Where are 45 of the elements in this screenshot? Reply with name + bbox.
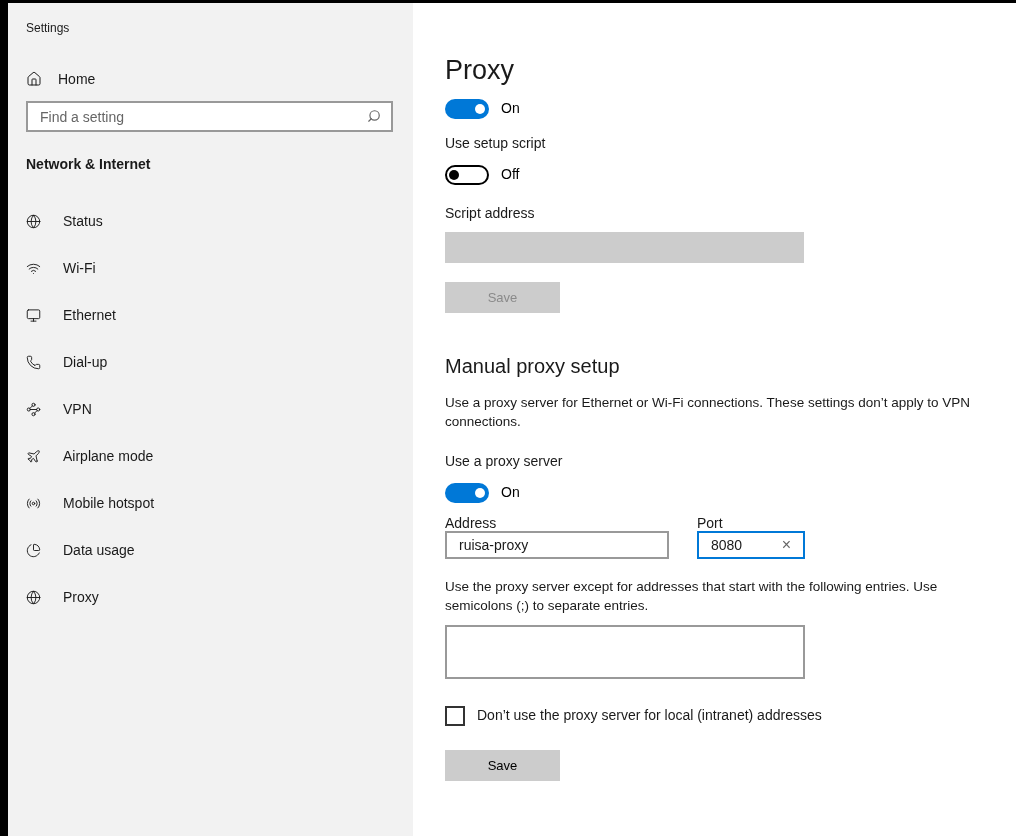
- nav-item[interactable]: Dial-up: [26, 350, 395, 374]
- toggle-state-label: On: [501, 99, 520, 118]
- nav-item[interactable]: Proxy: [26, 585, 395, 609]
- nav-item[interactable]: Wi-Fi: [26, 256, 395, 280]
- field-label: Address: [445, 515, 498, 531]
- nav-item[interactable]: Mobile hotspot: [26, 491, 395, 515]
- port-field[interactable]: 8080 ×: [697, 531, 805, 559]
- setting-label: Use setup script: [445, 134, 547, 153]
- save-button[interactable]: Save: [445, 750, 560, 781]
- nav-item[interactable]: Data usage: [26, 538, 395, 562]
- pie-chart-icon: [26, 542, 41, 558]
- nav-item[interactable]: VPN: [26, 397, 395, 421]
- toggle-switch[interactable]: [445, 164, 489, 185]
- network-icon: [26, 401, 41, 417]
- description-text: Use a proxy server for Ethernet or Wi-Fi connections. These settings don’t apply to VPN connections.: [445, 394, 971, 431]
- search-icon: [367, 109, 381, 123]
- checkbox-label: Don’t use the proxy server for local (intranet) addresses: [477, 706, 822, 725]
- airplane-icon: [26, 448, 41, 464]
- globe-icon: [26, 589, 41, 605]
- nav-item[interactable]: Status: [26, 209, 395, 233]
- field-label: Port: [697, 515, 724, 531]
- wifi-icon: [26, 260, 41, 276]
- nav-item[interactable]: Ethernet: [26, 303, 395, 327]
- address-field[interactable]: ruisa-proxy: [445, 531, 669, 559]
- clear-button[interactable]: ×: [781, 533, 791, 557]
- globe-icon: [26, 213, 41, 229]
- phone-icon: [26, 354, 41, 370]
- window-title: Settings: [26, 20, 71, 37]
- monitor-icon: [26, 307, 41, 323]
- toggle-switch[interactable]: [445, 482, 489, 503]
- toggle-switch[interactable]: [445, 98, 489, 119]
- section-heading: Manual proxy setup: [445, 354, 621, 379]
- exceptions-field[interactable]: [445, 625, 805, 679]
- page-title: Proxy: [445, 54, 516, 86]
- description-text: Use the proxy server except for addresses that start with the following entries. Use semicolons (;) to separate entries.: [445, 578, 939, 615]
- setting-label: Use a proxy server: [445, 452, 564, 471]
- search-field[interactable]: Find a setting: [26, 101, 393, 132]
- home-nav-item[interactable]: Home: [26, 67, 395, 91]
- toggle-state-label: Off: [501, 165, 520, 184]
- toggle-state-label: On: [501, 483, 520, 502]
- field-label: Script address: [445, 204, 536, 223]
- nav-item[interactable]: Airplane mode: [26, 444, 395, 468]
- home-icon: [26, 71, 42, 87]
- checkbox[interactable]: [445, 705, 465, 726]
- section-heading: Network & Internet: [26, 155, 152, 174]
